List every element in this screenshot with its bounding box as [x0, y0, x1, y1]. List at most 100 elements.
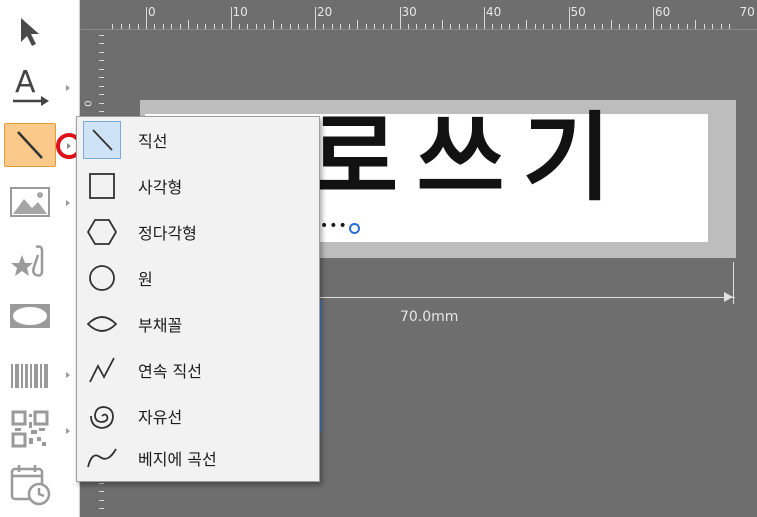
ruler-tick [602, 24, 604, 29]
ruler-tick [289, 24, 291, 29]
ruler-tick [323, 24, 325, 29]
ruler-tick [264, 24, 266, 29]
ruler-tick [467, 24, 469, 29]
text-tool-button[interactable]: A [4, 64, 56, 108]
ruler-tick [99, 68, 104, 70]
ruler-tick [433, 24, 435, 29]
line-tool-button[interactable] [4, 123, 56, 167]
ruler-mark-label: 40 [486, 5, 502, 19]
polygon-icon [83, 213, 121, 251]
menu-item-label: 자유선 [138, 408, 183, 427]
text-tool-icon: A [9, 65, 51, 107]
menu-item-label: 연속 직선 [138, 362, 202, 381]
image-tool-icon [9, 185, 51, 219]
menu-item-polygon[interactable]: 정다각형 [81, 211, 315, 253]
label-text-object[interactable]: 로쓰기 [310, 110, 629, 206]
bezier-curve-icon [83, 439, 121, 477]
label-editor-window: 0 10 20 30 40 50 60 70 0 로쓰기 ••• 70.0mm A [0, 0, 757, 517]
ruler-tick [669, 24, 671, 29]
menu-item-label: 부채꼴 [138, 316, 183, 335]
ruler-tick [272, 20, 274, 29]
ruler-tick [196, 24, 198, 29]
qr-code-icon [11, 410, 49, 448]
ruler-tick [576, 24, 578, 29]
dimension-arrow-icon [724, 292, 733, 302]
straight-line-icon [83, 121, 121, 159]
menu-item-freehand[interactable]: 자유선 [81, 395, 315, 437]
ruler-tick [391, 24, 393, 29]
ruler-tick [171, 24, 173, 29]
clipart-tool-button[interactable] [4, 240, 56, 284]
line-tool-icon [12, 127, 48, 163]
ruler-tick [348, 24, 350, 29]
image-tool-submenu-arrow-icon[interactable] [66, 200, 70, 206]
ruler-mark-label: 0 [148, 5, 156, 19]
sector-icon [83, 305, 121, 343]
image-tool-button[interactable] [4, 180, 56, 224]
select-tool-button[interactable] [4, 10, 56, 54]
menu-item-label: 사각형 [138, 178, 183, 197]
ruler-tick [450, 24, 452, 29]
ruler-tick [99, 51, 104, 53]
polyline-icon [83, 351, 121, 389]
ruler-tick [99, 77, 104, 79]
circle-icon [83, 259, 121, 297]
ruler-tick [315, 7, 316, 29]
menu-item-circle[interactable]: 원 [81, 257, 315, 299]
ruler-tick [399, 7, 401, 29]
menu-item-label: 베지에 곡선 [138, 450, 217, 469]
ruler-tick [340, 24, 342, 29]
ruler-tick [644, 24, 646, 29]
menu-item-bezier-curve[interactable]: 베지에 곡선 [81, 437, 315, 479]
frame-ellipse-icon [8, 301, 52, 331]
ruler-tick [205, 24, 207, 29]
ruler-tick [306, 24, 308, 29]
ruler-tick [729, 24, 731, 29]
barcode-tool-button[interactable] [4, 354, 56, 398]
ruler-tick [416, 24, 418, 29]
ruler-tick [120, 24, 122, 29]
ruler-tick [99, 111, 104, 113]
ruler-tick [593, 24, 595, 29]
barcode-tool-submenu-arrow-icon[interactable] [66, 372, 70, 378]
qr-code-tool-submenu-arrow-icon[interactable] [66, 428, 70, 434]
date-time-tool-button[interactable] [4, 462, 56, 506]
frame-tool-button[interactable] [4, 294, 56, 338]
ruler-tick [112, 24, 114, 29]
menu-item-sector[interactable]: 부채꼴 [81, 303, 315, 345]
calendar-clock-icon [8, 462, 52, 506]
ruler-tick [695, 20, 697, 29]
menu-item-label: 직선 [138, 132, 168, 151]
ruler-tick [247, 24, 249, 29]
ruler-tick [238, 24, 240, 29]
ruler-tick [99, 102, 104, 104]
freehand-spiral-icon [83, 397, 121, 435]
ruler-tick [720, 24, 722, 29]
ruler-tick [678, 24, 680, 29]
horizontal-ruler: 0 10 20 30 40 50 60 70 [81, 0, 757, 30]
ruler-tick [99, 60, 104, 62]
ruler-tick [424, 24, 426, 29]
text-tool-submenu-arrow-icon[interactable] [66, 85, 70, 91]
ruler-tick [627, 24, 629, 29]
selection-handle[interactable] [349, 223, 360, 234]
ruler-mark-label: 20 [317, 5, 333, 19]
menu-item-rectangle[interactable]: 사각형 [81, 165, 315, 207]
ruler-tick [162, 24, 164, 29]
menu-item-polyline[interactable]: 연속 직선 [81, 349, 315, 391]
menu-item-straight-line[interactable]: 직선 [81, 119, 315, 161]
ruler-tick [213, 24, 215, 29]
shape-dropdown-menu: 직선 사각형 정다각형 원 부채꼴 연속 직선 자유선 베지에 곡선 [76, 116, 320, 482]
ruler-tick [441, 20, 443, 29]
ruler-tick [560, 24, 562, 29]
ruler-tick [568, 7, 570, 29]
ruler-tick [653, 7, 654, 29]
ruler-tick [146, 7, 147, 29]
ruler-tick [509, 24, 511, 29]
rectangle-icon [83, 167, 121, 205]
qr-code-tool-button[interactable] [4, 407, 56, 451]
ruler-tick [179, 24, 181, 29]
barcode-icon [9, 361, 51, 391]
ruler-tick [99, 35, 104, 36]
ruler-tick [99, 482, 104, 484]
